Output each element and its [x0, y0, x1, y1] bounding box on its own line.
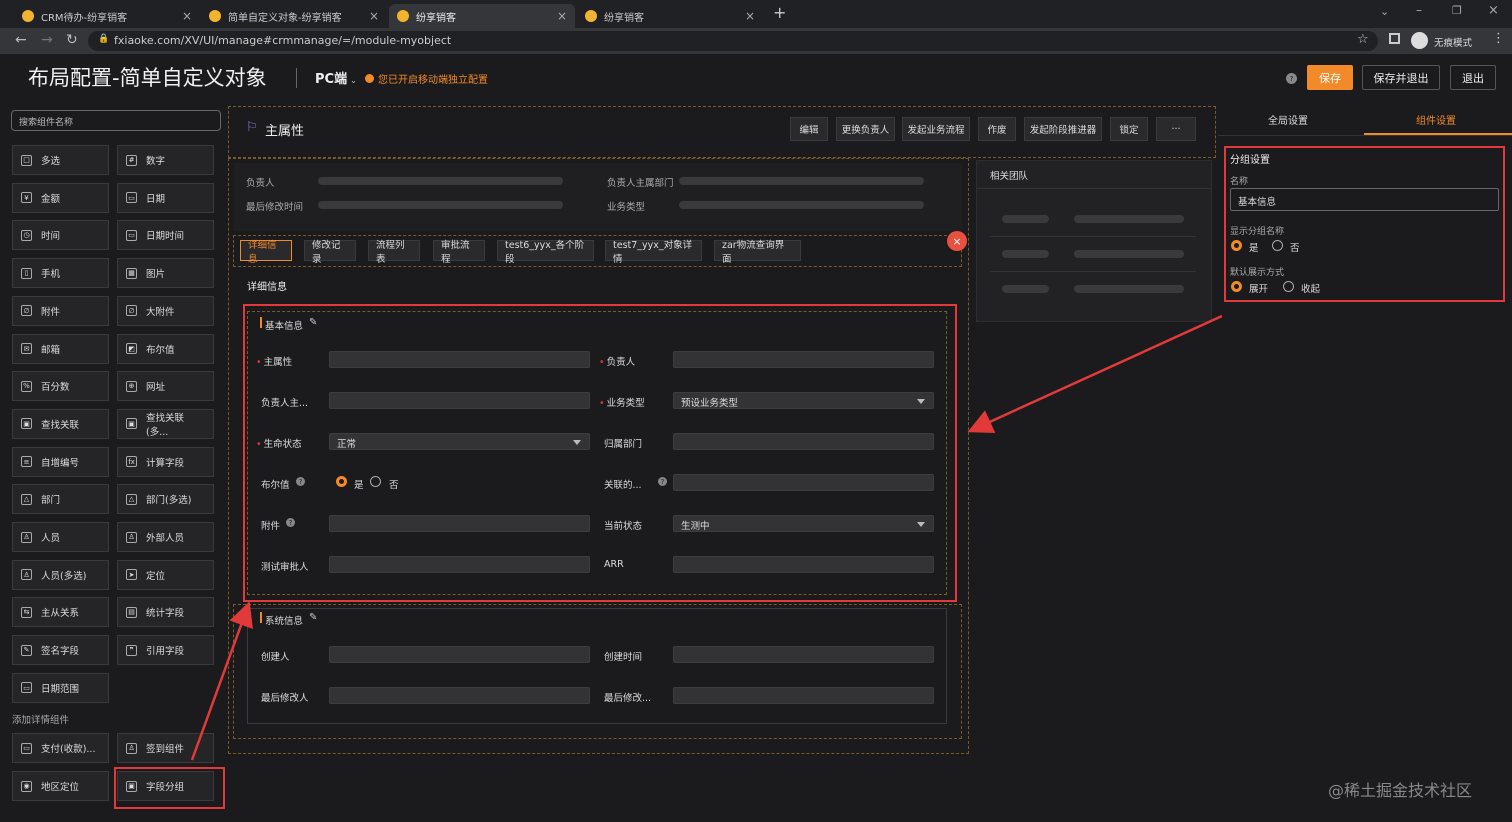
arrow-component-to-group [190, 601, 253, 761]
arrow-settings-to-group [967, 314, 1223, 434]
annotation-arrows [190, 314, 1223, 761]
watermark: @稀土掘金技术社区 [1328, 781, 1473, 800]
